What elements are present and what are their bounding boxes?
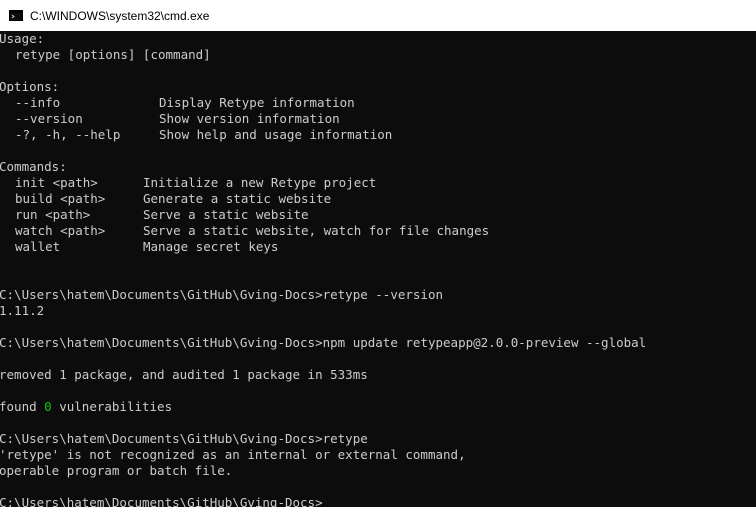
prompt-line: C:\Users\hatem\Documents\GitHub\Gving-Do…	[0, 287, 444, 302]
commands-header: Commands:	[0, 159, 67, 174]
option-flag: --info	[15, 95, 61, 110]
command-name: wallet	[15, 239, 61, 254]
option-desc: Display Retype information	[159, 95, 355, 110]
option-flag: --version	[15, 111, 83, 126]
command-name: init <path>	[15, 175, 98, 190]
command-name: run <path>	[15, 207, 91, 222]
command-desc: Serve a static website	[143, 207, 309, 222]
command-name: watch <path>	[15, 223, 106, 238]
command-row: run <path> Serve a static website	[0, 207, 756, 223]
command-row: watch <path> Serve a static website, watc…	[0, 223, 756, 239]
vulnerabilities-line: found 0 vulnerabilities	[0, 399, 756, 415]
usage-header: Usage:	[0, 31, 45, 46]
command-row: wallet Manage secret keys	[0, 239, 756, 255]
option-flag: -?, -h, --help	[15, 127, 121, 142]
prompt-line: C:\Users\hatem\Documents\GitHub\Gving-Do…	[0, 431, 368, 446]
option-desc: Show help and usage information	[159, 127, 393, 142]
title-bar[interactable]: C:\WINDOWS\system32\cmd.exe	[0, 0, 756, 31]
command-desc: Manage secret keys	[143, 239, 279, 254]
error-line: operable program or batch file.	[0, 463, 233, 478]
option-row: -?, -h, --help Show help and usage inform…	[0, 127, 756, 143]
command-desc: Initialize a new Retype project	[143, 175, 377, 190]
window-title: C:\WINDOWS\system32\cmd.exe	[30, 8, 210, 23]
current-prompt[interactable]: C:\Users\hatem\Documents\GitHub\Gving-Do…	[0, 495, 756, 507]
usage-line: retype [options] [command]	[0, 47, 756, 63]
command-row: build <path> Generate a static website	[0, 191, 756, 207]
options-header: Options:	[0, 79, 60, 94]
usage-text: retype [options] [command]	[15, 47, 211, 62]
console-output[interactable]: Usage: retype [options] [command] Option…	[0, 31, 756, 507]
option-row: --info Display Retype information	[0, 95, 756, 111]
prompt-line: C:\Users\hatem\Documents\GitHub\Gving-Do…	[0, 335, 647, 350]
vulnerability-count: 0	[44, 399, 52, 414]
option-row: --version Show version information	[0, 111, 756, 127]
cmd-icon	[9, 10, 23, 21]
found-suffix: vulnerabilities	[51, 399, 173, 414]
command-desc: Generate a static website	[143, 191, 332, 206]
command-row: init <path> Initialize a new Retype proje…	[0, 175, 756, 191]
cmd-window: C:\WINDOWS\system32\cmd.exe Usage: retyp…	[0, 0, 756, 507]
command-desc: Serve a static website, watch for file c…	[143, 223, 490, 238]
npm-output: removed 1 package, and audited 1 package…	[0, 367, 368, 382]
version-output: 1.11.2	[0, 303, 45, 318]
command-name: build <path>	[15, 191, 106, 206]
option-desc: Show version information	[159, 111, 340, 126]
found-prefix: found	[0, 399, 45, 414]
error-line: 'retype' is not recognized as an interna…	[0, 447, 466, 462]
